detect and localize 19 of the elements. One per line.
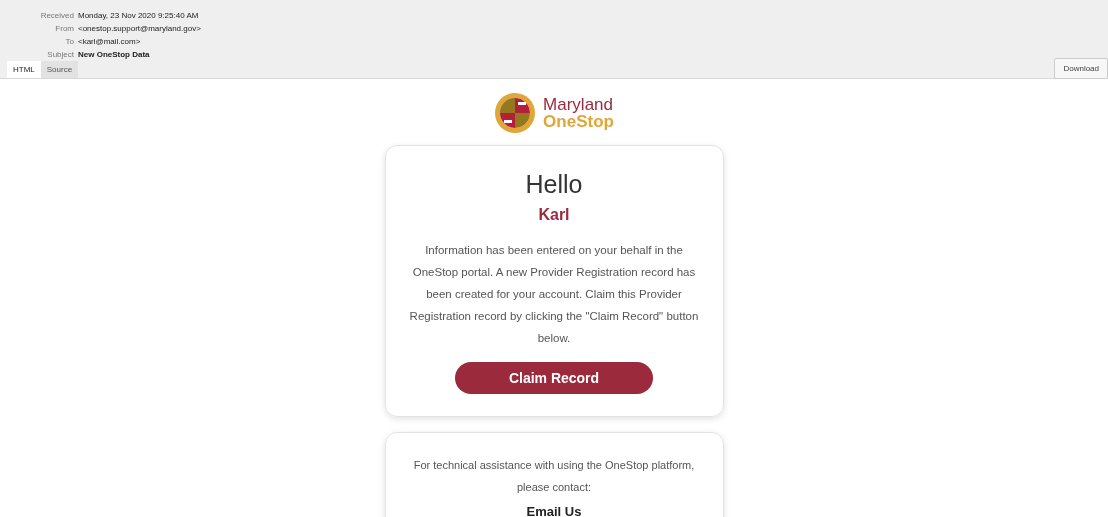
view-tab[interactable]: Source <box>40 61 79 78</box>
header-value: New OneStop Data <box>78 49 150 61</box>
header-label: Subject <box>46 49 75 61</box>
header-value: <karl@mail.com> <box>78 36 141 48</box>
download-button[interactable]: Download <box>1054 58 1108 79</box>
logo-wordmark: Maryland <box>543 96 614 113</box>
support-text: For technical assistance with using the OneStop platform, please contact: <box>412 458 696 495</box>
logo-wordmark: OneStop <box>543 113 614 130</box>
email-heading: Email Us <box>526 504 582 517</box>
header-value: <onestop.support@maryland.gov> <box>78 23 201 35</box>
header-value: Monday, 23 Nov 2020 9:25:40 AM <box>78 10 199 22</box>
recipient-name: Karl <box>538 205 570 225</box>
greeting-heading: Hello <box>525 170 583 198</box>
claim-record-button[interactable]: Claim Record <box>455 362 653 394</box>
header-label: To <box>64 36 75 48</box>
header-label: Received <box>39 10 75 22</box>
message-text: Information has been entered on your behalf in the OneStop portal. A new Provider Registration record has been created for your account. Claim this Provider Registration record by clicking the "Claim Record" button below. <box>408 243 700 346</box>
header-label: From <box>54 23 75 35</box>
view-tab[interactable]: HTML <box>7 61 41 78</box>
